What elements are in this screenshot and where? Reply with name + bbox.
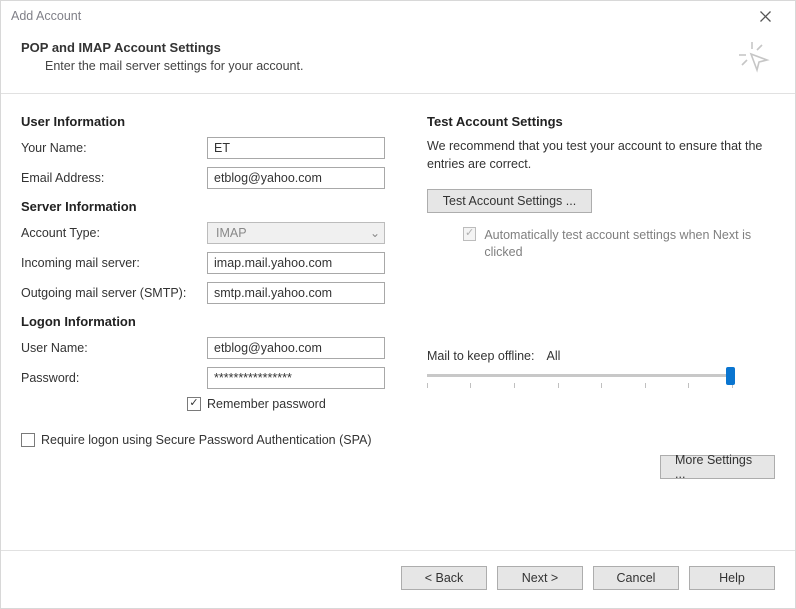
mail-offline-label: Mail to keep offline: [427,349,534,363]
body: User Information Your Name: Email Addres… [1,94,795,550]
email-input[interactable] [207,167,385,189]
incoming-server-row: Incoming mail server: [21,252,401,274]
header-subtitle: Enter the mail server settings for your … [45,59,303,73]
password-row: Password: [21,367,401,389]
remember-password-checkbox[interactable] [187,397,201,411]
footer: < Back Next > Cancel Help [1,550,795,608]
email-row: Email Address: [21,167,401,189]
mail-offline-slider[interactable] [427,369,732,393]
account-type-select: IMAP ⌄ [207,222,385,244]
outgoing-server-row: Outgoing mail server (SMTP): [21,282,401,304]
spa-row[interactable]: Require logon using Secure Password Auth… [21,433,401,447]
left-column: User Information Your Name: Email Addres… [21,108,401,540]
outgoing-server-label: Outgoing mail server (SMTP): [21,286,207,300]
cancel-button[interactable]: Cancel [593,566,679,590]
outgoing-server-input[interactable] [207,282,385,304]
titlebar: Add Account [1,1,795,32]
slider-thumb[interactable] [726,367,735,385]
username-label: User Name: [21,341,207,355]
password-label: Password: [21,371,207,385]
email-label: Email Address: [21,171,207,185]
auto-test-label: Automatically test account settings when… [484,227,775,261]
close-button[interactable] [745,2,785,30]
username-input[interactable] [207,337,385,359]
mail-offline-value: All [546,349,560,363]
cursor-icon [737,40,775,77]
test-recommend-text: We recommend that you test your account … [427,137,775,173]
slider-ticks [427,383,732,389]
more-settings-button[interactable]: More Settings ... [660,455,775,479]
close-icon [760,11,771,22]
chevron-down-icon: ⌄ [370,226,380,240]
incoming-server-label: Incoming mail server: [21,256,207,270]
account-type-label: Account Type: [21,226,207,240]
help-button[interactable]: Help [689,566,775,590]
username-row: User Name: [21,337,401,359]
window-title: Add Account [11,9,81,23]
user-information-heading: User Information [21,114,401,129]
right-column: Test Account Settings We recommend that … [427,108,775,540]
remember-password-row[interactable]: Remember password [187,397,401,411]
test-account-settings-button[interactable]: Test Account Settings ... [427,189,592,213]
header-text: POP and IMAP Account Settings Enter the … [21,40,303,73]
spa-checkbox[interactable] [21,433,35,447]
account-type-value: IMAP [216,226,247,240]
auto-test-row: Automatically test account settings when… [463,227,775,261]
auto-test-checkbox [463,227,476,241]
slider-track [427,374,732,377]
your-name-row: Your Name: [21,137,401,159]
header-title: POP and IMAP Account Settings [21,40,303,55]
next-button[interactable]: Next > [497,566,583,590]
mail-offline-section: Mail to keep offline: All [427,349,775,393]
your-name-input[interactable] [207,137,385,159]
back-button[interactable]: < Back [401,566,487,590]
add-account-dialog: Add Account POP and IMAP Account Setting… [0,0,796,609]
logon-information-heading: Logon Information [21,314,401,329]
header: POP and IMAP Account Settings Enter the … [1,32,795,94]
password-input[interactable] [207,367,385,389]
test-account-settings-heading: Test Account Settings [427,114,775,129]
account-type-row: Account Type: IMAP ⌄ [21,222,401,244]
server-information-heading: Server Information [21,199,401,214]
spa-label: Require logon using Secure Password Auth… [41,433,372,447]
remember-password-label: Remember password [207,397,326,411]
incoming-server-input[interactable] [207,252,385,274]
your-name-label: Your Name: [21,141,207,155]
